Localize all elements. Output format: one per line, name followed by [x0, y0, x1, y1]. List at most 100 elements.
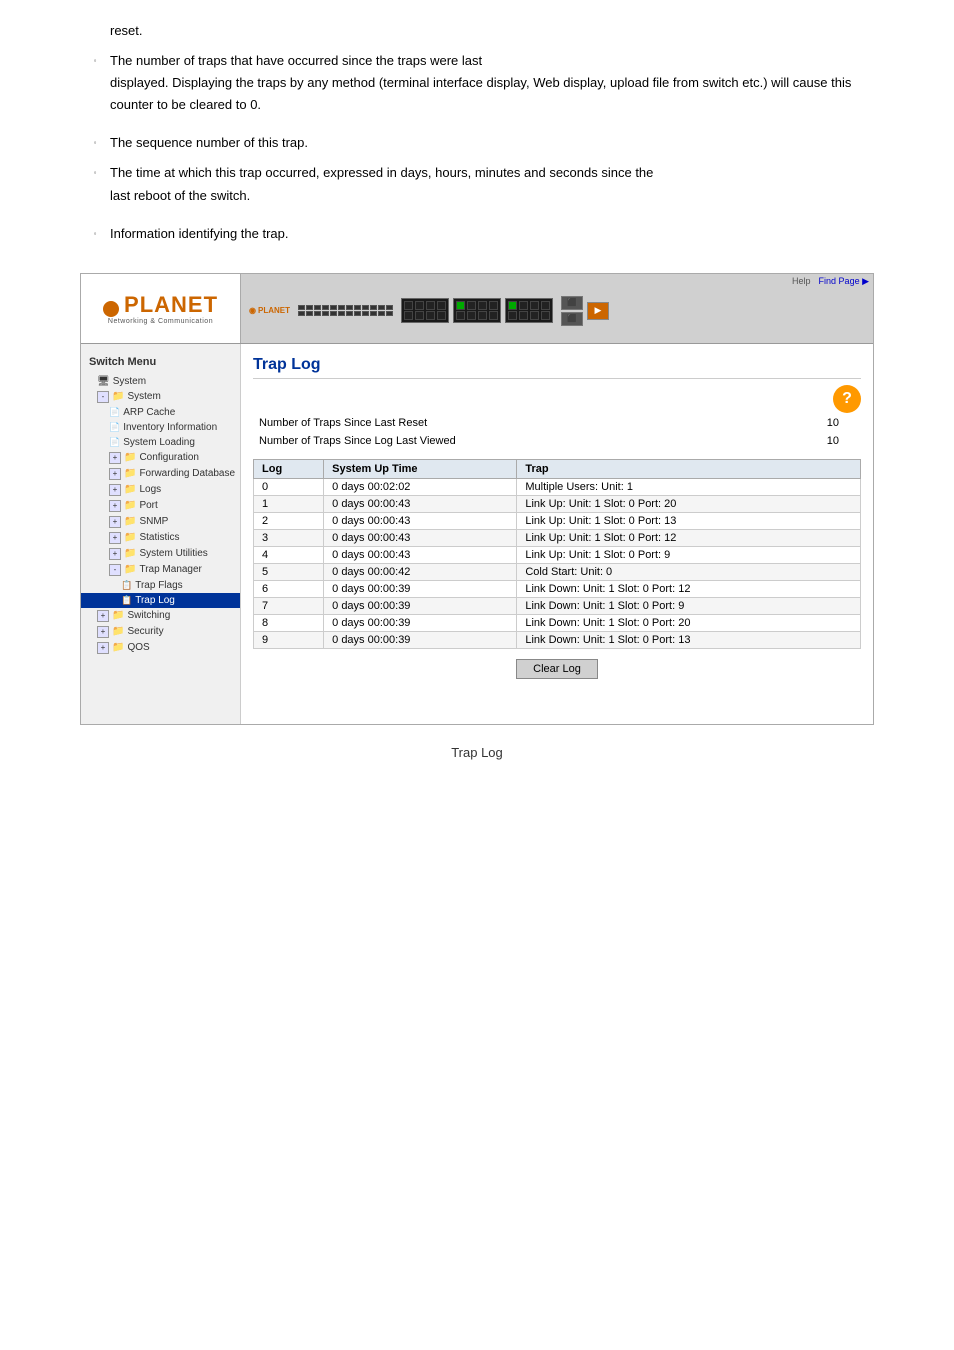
table-cell-trap: Link Down: Unit: 1 Slot: 0 Port: 12 [517, 580, 861, 597]
table-cell-log: 3 [254, 529, 324, 546]
nav-area: Help Find Page ▶ ◉ PLANET [241, 274, 873, 343]
sidebar-item-trap-flags[interactable]: 📋 Trap Flags [81, 578, 240, 593]
table-row: 20 days 00:00:43Link Up: Unit: 1 Slot: 0… [254, 512, 861, 529]
table-cell-log: 5 [254, 563, 324, 580]
logo-subtitle: Networking & Communication [103, 318, 218, 325]
sidebar-item-system-utilities[interactable]: + 📁 System Utilities [81, 546, 240, 562]
port-sq-on [508, 301, 517, 310]
sidebar-item-snmp[interactable]: + 📁 SNMP [81, 514, 240, 530]
port-sq [489, 301, 498, 310]
port-sq [437, 301, 446, 310]
stats-row-1: Number of Traps Since Last Reset 10 [255, 415, 859, 431]
uplink-port-2: ⬛ [561, 312, 583, 326]
port-sq [426, 311, 435, 320]
logo-text: PLANET [124, 292, 218, 317]
table-row: 70 days 00:00:39Link Down: Unit: 1 Slot:… [254, 597, 861, 614]
table-row: 60 days 00:00:39Link Down: Unit: 1 Slot:… [254, 580, 861, 597]
bullet-dot-1: ◦ [80, 50, 110, 68]
port-sq [456, 311, 465, 320]
sidebar-item-forwarding-db[interactable]: + 📁 Forwarding Database [81, 466, 240, 482]
caption: Trap Log [0, 745, 954, 760]
folder-icon: 📁 [112, 626, 124, 637]
col-trap: Trap [517, 459, 861, 478]
port-sq [404, 301, 413, 310]
clear-log-button[interactable]: Clear Log [516, 659, 598, 679]
sidebar-item-statistics[interactable]: + 📁 Statistics [81, 530, 240, 546]
table-cell-trap: Link Up: Unit: 1 Slot: 0 Port: 20 [517, 495, 861, 512]
sidebar-label: Security [127, 626, 163, 637]
sidebar-item-switching[interactable]: + 📁 Switching [81, 608, 240, 624]
port-sq [541, 311, 550, 320]
sidebar-item-system[interactable]: - 📁 System [81, 389, 240, 405]
bullet-dot-4: ◦ [80, 223, 110, 241]
table-cell-time: 0 days 00:00:43 [324, 546, 517, 563]
sidebar-item-system-root[interactable]: 🖥 System [81, 374, 240, 389]
port-sq [404, 311, 413, 320]
port-ind [354, 311, 361, 316]
col-log: Log [254, 459, 324, 478]
port-sq [415, 301, 424, 310]
sidebar-item-logs[interactable]: + 📁 Logs [81, 482, 240, 498]
sidebar-label: Port [139, 500, 157, 511]
sidebar-item-port[interactable]: + 📁 Port [81, 498, 240, 514]
table-row: 00 days 00:02:02Multiple Users: Unit: 1 [254, 478, 861, 495]
sidebar-item-configuration[interactable]: + 📁 Configuration [81, 450, 240, 466]
port-sq [426, 301, 435, 310]
sidebar-label: System [127, 391, 160, 402]
port-group-2 [453, 298, 501, 323]
sidebar-item-system-loading[interactable]: 📄 System Loading [81, 435, 240, 450]
port-ind [330, 305, 337, 310]
table-cell-trap: Multiple Users: Unit: 1 [517, 478, 861, 495]
content-header: Trap Log ? [253, 356, 861, 379]
port-sq [519, 301, 528, 310]
expand-icon: + [109, 516, 121, 528]
status-button[interactable]: ▶ [587, 302, 609, 320]
doc-icon: 📄 [109, 437, 120, 448]
sidebar-item-arp-cache[interactable]: 📄 ARP Cache [81, 405, 240, 420]
bullet-dot-3: ◦ [80, 162, 110, 180]
port-ind [346, 311, 353, 316]
sidebar-item-trap-log[interactable]: 📋 Trap Log [81, 593, 240, 608]
table-cell-trap: Link Down: Unit: 1 Slot: 0 Port: 20 [517, 614, 861, 631]
folder-icon: 📁 [124, 468, 136, 479]
brand-name: PLANET [258, 306, 290, 315]
table-row: 80 days 00:00:39Link Down: Unit: 1 Slot:… [254, 614, 861, 631]
port-symbol: ⬛ [567, 298, 577, 307]
sidebar-item-inventory[interactable]: 📄 Inventory Information [81, 420, 240, 435]
sidebar-label: SNMP [139, 516, 168, 527]
sidebar-label: Trap Flags [135, 580, 182, 591]
port-ind [386, 305, 393, 310]
folder-icon: 📁 [124, 564, 136, 575]
sidebar-item-security[interactable]: + 📁 Security [81, 624, 240, 640]
find-page-link[interactable]: Find Page ▶ [819, 276, 869, 287]
uplink-area: ⬛ ⬛ ▶ [561, 296, 609, 326]
sidebar-item-qos[interactable]: + 📁 QOS [81, 640, 240, 656]
port-sq [478, 301, 487, 310]
help-bar: Help Find Page ▶ [792, 276, 869, 287]
table-cell-log: 8 [254, 614, 324, 631]
table-cell-log: 9 [254, 631, 324, 648]
table-cell-log: 2 [254, 512, 324, 529]
expand-icon: + [109, 484, 121, 496]
port-sq [530, 301, 539, 310]
uplink-port-1: ⬛ [561, 296, 583, 310]
port-indicators-left [298, 305, 393, 316]
stats-value-2: 10 [768, 433, 859, 449]
port-ind [370, 305, 377, 310]
doc-icon: 📋 [121, 580, 132, 591]
bullet-2-text: The sequence number of this trap. [110, 135, 308, 150]
port-ind [322, 311, 329, 316]
table-cell-log: 6 [254, 580, 324, 597]
bullet-3b: last reboot of the switch. [110, 185, 874, 207]
table-row: 90 days 00:00:39Link Down: Unit: 1 Slot:… [254, 631, 861, 648]
table-row: 10 days 00:00:43Link Up: Unit: 1 Slot: 0… [254, 495, 861, 512]
stats-label-2: Number of Traps Since Log Last Viewed [255, 433, 766, 449]
bullet-text-2: The sequence number of this trap. [110, 132, 874, 154]
brand-icon: ◉ [249, 306, 256, 315]
sidebar-item-trap-manager[interactable]: - 📁 Trap Manager [81, 562, 240, 578]
expand-icon: - [109, 564, 121, 576]
help-icon[interactable]: ? [833, 385, 861, 413]
expand-icon: + [97, 610, 109, 622]
table-cell-time: 0 days 00:00:42 [324, 563, 517, 580]
port-ind [314, 311, 321, 316]
